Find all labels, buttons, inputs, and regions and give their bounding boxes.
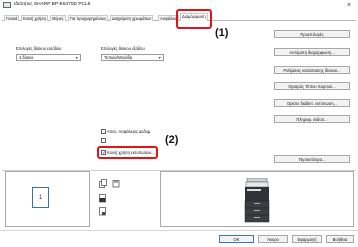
tab-color-management[interactable]: Διαχείριση χρωμάτων — [110, 14, 154, 21]
web-print-button[interactable]: Ορίστε διαδικτ. εκτύπωση... — [274, 99, 350, 107]
tab-sharing[interactable]: Κοινή χρήση — [21, 14, 48, 21]
copies-icon — [99, 179, 109, 189]
version-info-button[interactable]: Πληροφ. έκδοσ... — [274, 115, 350, 123]
disable-data-security-checkbox[interactable] — [101, 129, 106, 134]
tab-ports[interactable]: Θύρες — [50, 14, 66, 21]
output-tray-value: Τυπικό/Μονάδα — [104, 55, 133, 60]
callout-box-1 — [176, 9, 212, 29]
disable-data-security-label: Απεν. Ασφάλειας Δεδομ. — [107, 129, 152, 134]
tab-advanced[interactable]: Για προχωρημένους — [68, 14, 109, 21]
defaults-button[interactable]: Προεπιλογές — [274, 30, 350, 38]
chevron-down-icon: ▼ — [158, 56, 162, 60]
input-tray-label: Επιλογές δίσκου εισόδου — [16, 46, 62, 51]
printer-icon — [243, 177, 271, 225]
tray-status-button[interactable]: Ρυθμίσεις κατάστασης δίσκου... — [274, 66, 350, 74]
footer-divider — [0, 230, 358, 231]
staple-icon — [112, 179, 121, 189]
tab-general[interactable]: Γενικά — [4, 14, 20, 21]
input-tray-value: 4 δίσκοι — [19, 55, 34, 60]
more-button[interactable]: Περισσότερα... — [274, 155, 350, 163]
printer-app-icon — [3, 2, 11, 8]
chevron-down-icon: ▼ — [75, 56, 79, 60]
paper-icon — [99, 207, 107, 217]
paper-type-button[interactable]: Ορισμός Τύπου Χαρτιού... — [274, 82, 350, 90]
ok-button[interactable]: ΟΚ — [219, 235, 254, 243]
window-title: Ιδιότητες SHARP BP-E6470D PCL6 — [14, 2, 91, 7]
output-tray-label: Επιλογές δίσκου εξόδου — [101, 46, 145, 51]
close-icon[interactable]: × — [347, 2, 351, 9]
help-button[interactable]: Βοήθεια — [326, 235, 354, 243]
output-tray-select[interactable]: Τυπικό/Μονάδα ▼ — [101, 54, 164, 61]
duplex-icon — [99, 194, 107, 204]
cancel-button[interactable]: Άκυρο — [258, 235, 288, 243]
callout-label-1: (1) — [215, 27, 229, 39]
page-preview: 1 — [32, 187, 49, 208]
apply-button[interactable]: Εφαρμογή — [292, 235, 322, 243]
option-checkbox[interactable] — [101, 138, 106, 143]
page-number: 1 — [38, 195, 43, 201]
callout-box-2 — [97, 146, 158, 159]
callout-label-2: (2) — [165, 134, 179, 146]
auto-configuration-button[interactable]: Αυτόματη διαμόρφωση... — [274, 48, 350, 56]
input-tray-select[interactable]: 4 δίσκοι ▼ — [16, 54, 81, 61]
